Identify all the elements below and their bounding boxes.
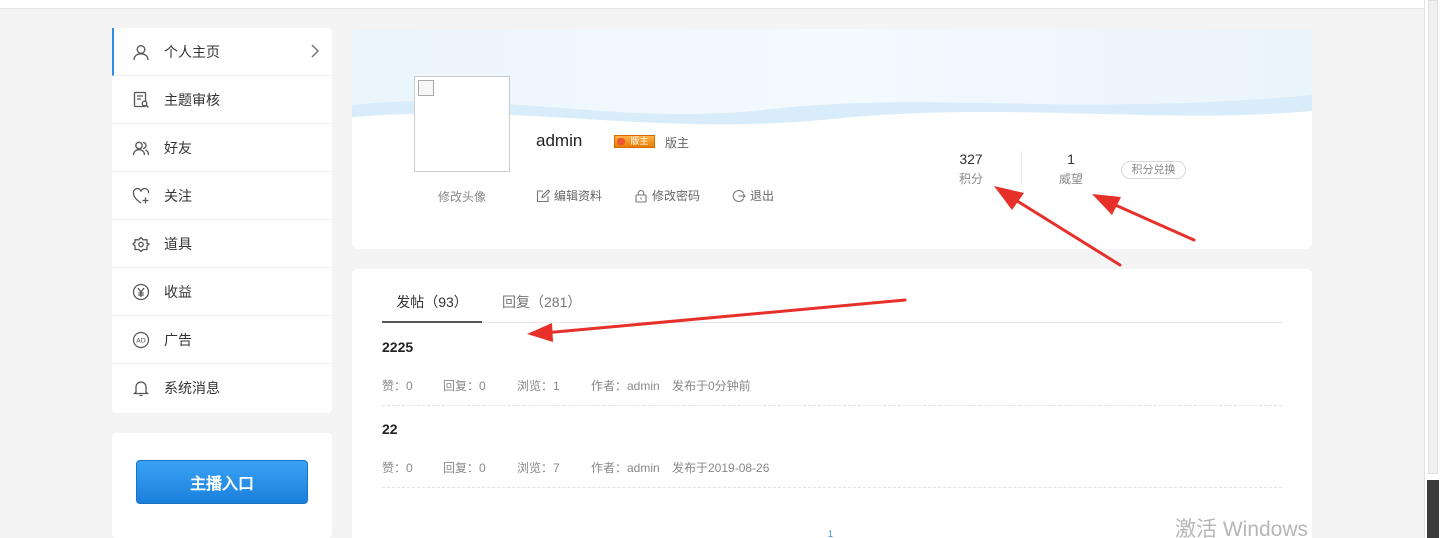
user-icon <box>132 43 150 61</box>
badge-icon <box>617 138 625 145</box>
posts-card: 发帖（93） 回复（281） 2225 赞：0 回复：0 浏览：1 作者：adm… <box>352 269 1312 538</box>
yen-icon <box>132 283 150 301</box>
points-stat: 327 积分 <box>941 151 1001 187</box>
change-password-link[interactable]: 修改密码 <box>634 187 700 204</box>
heart-plus-icon <box>132 187 150 205</box>
taskbar-edge <box>1427 480 1439 538</box>
logout-link[interactable]: 退出 <box>732 187 774 204</box>
sidebar-item-label: 好友 <box>164 139 192 156</box>
points-exchange-button[interactable]: 积分兑换 <box>1121 161 1186 179</box>
username: admin <box>536 131 583 150</box>
sidebar-item-label: 收益 <box>164 283 192 300</box>
prestige-stat: 1 威望 <box>1041 151 1101 187</box>
post-time: 发布于0分钟前 <box>672 379 751 393</box>
post-views: 浏览：1 <box>517 379 560 393</box>
tab-replies[interactable]: 回复（281） <box>502 292 581 323</box>
post-author: 作者：admin <box>591 379 660 393</box>
sidebar-item-income[interactable]: 收益 <box>112 268 332 316</box>
moderator-badge: 版主 <box>614 135 655 148</box>
live-entry-panel: 主播入口 <box>112 433 332 538</box>
sidebar-item-review[interactable]: 主题审核 <box>112 76 332 124</box>
live-entry-button[interactable]: 主播入口 <box>136 460 308 504</box>
post-replies: 回复：0 <box>443 379 486 393</box>
edit-profile-link[interactable]: 编辑资料 <box>536 187 602 204</box>
profile-card: 修改头像 admin 版主 版主 编辑资料 修改密码 退出 327 积分 1 威… <box>352 29 1312 249</box>
ad-icon: AD <box>132 331 150 349</box>
bell-icon <box>132 379 150 397</box>
logout-icon <box>732 189 746 202</box>
broken-image-icon <box>418 80 434 96</box>
sidebar-item-label: 主题审核 <box>164 91 220 108</box>
post-likes: 赞：0 <box>382 461 413 475</box>
sidebar: 个人主页 主题审核 好友 关注 道具 收益 AD 广告 系统消息 <box>112 28 332 413</box>
sidebar-item-follow[interactable]: 关注 <box>112 172 332 220</box>
sidebar-item-label: 关注 <box>164 187 192 204</box>
tab-threads[interactable]: 发帖（93） <box>382 292 482 323</box>
pagination-page[interactable]: 1 <box>828 529 833 538</box>
edit-avatar-link[interactable]: 修改头像 <box>414 188 510 205</box>
post-tabs: 发帖（93） 回复（281） <box>382 284 1282 323</box>
windows-activation-watermark: 激活 Windows <box>1175 518 1309 538</box>
sidebar-item-friends[interactable]: 好友 <box>112 124 332 172</box>
sidebar-item-label: 道具 <box>164 235 192 252</box>
points-value: 327 <box>959 151 983 167</box>
post-title[interactable]: 22 <box>382 421 398 437</box>
post-item: 2225 赞：0 回复：0 浏览：1 作者：admin 发布于0分钟前 <box>382 324 1282 406</box>
sidebar-item-ads[interactable]: AD 广告 <box>112 316 332 364</box>
user-role: 版主 <box>665 136 690 150</box>
post-replies: 回复：0 <box>443 461 486 475</box>
sidebar-item-messages[interactable]: 系统消息 <box>112 364 332 412</box>
prestige-value: 1 <box>1067 151 1075 167</box>
scrollbar-thumb[interactable] <box>1428 0 1438 474</box>
friends-icon <box>132 139 150 157</box>
chevron-right-icon <box>311 44 320 58</box>
top-bar <box>0 0 1424 9</box>
lock-icon <box>635 189 647 203</box>
avatar[interactable] <box>414 76 510 172</box>
post-time: 发布于2019-08-26 <box>672 461 770 475</box>
svg-text:AD: AD <box>136 336 145 344</box>
sidebar-item-label: 广告 <box>164 331 192 348</box>
sidebar-item-tools[interactable]: 道具 <box>112 220 332 268</box>
review-icon <box>132 91 150 109</box>
post-views: 浏览：7 <box>517 461 560 475</box>
post-likes: 赞：0 <box>382 379 413 393</box>
stat-divider <box>1021 151 1022 185</box>
sidebar-item-home[interactable]: 个人主页 <box>112 28 332 76</box>
post-author: 作者：admin <box>591 461 660 475</box>
post-title[interactable]: 2225 <box>382 339 413 355</box>
prestige-label: 威望 <box>1058 172 1083 186</box>
sidebar-item-label: 个人主页 <box>164 43 220 60</box>
edit-icon <box>536 188 550 202</box>
sidebar-item-label: 系统消息 <box>164 380 220 396</box>
tools-icon <box>132 235 150 253</box>
vertical-scrollbar[interactable] <box>1424 0 1440 538</box>
post-item: 22 赞：0 回复：0 浏览：7 作者：admin 发布于2019-08-26 <box>382 406 1282 488</box>
points-label: 积分 <box>958 172 983 186</box>
